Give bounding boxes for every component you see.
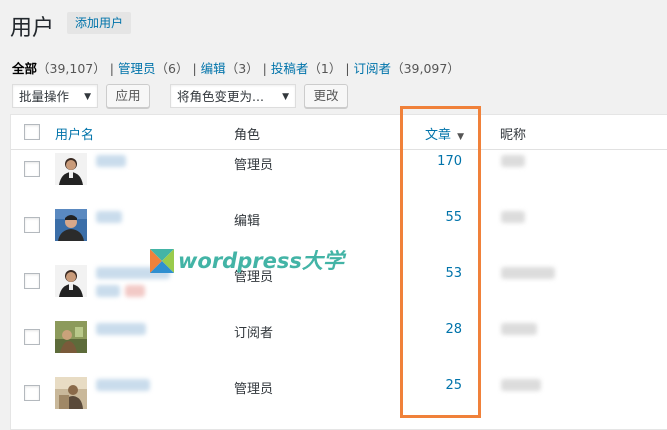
username-link[interactable] [96,211,122,223]
role-cell: 管理员 [234,158,274,173]
filter-contributor[interactable]: 投稿者 [271,61,309,76]
nickname-cell [501,267,555,279]
user-meta-link[interactable] [96,285,120,297]
column-role: 角色 [234,128,261,143]
username-link[interactable] [96,323,146,335]
avatar [55,265,87,297]
row-checkbox[interactable] [24,385,40,401]
row-checkbox[interactable] [24,217,40,233]
filter-editor[interactable]: 编辑 [201,61,226,76]
watermark-logo-icon [150,249,174,273]
filter-subscriber[interactable]: 订阅者 [354,61,392,76]
chevron-down-icon: ▼ [282,92,289,102]
username-link[interactable] [96,379,150,391]
bulk-action-select[interactable]: 批量操作 ▼ [12,84,98,108]
nickname-cell [501,155,525,167]
select-all-checkbox[interactable] [24,124,40,140]
nickname-cell [501,211,525,223]
column-username[interactable]: 用户名 [55,124,94,143]
table-row: 编辑 55 [11,198,667,254]
avatar [55,321,87,353]
table-row: 管理员 25 [11,366,667,422]
apply-button[interactable]: 应用 [106,84,150,108]
page-title: 用户 [10,16,55,41]
filter-all[interactable]: 全部 [12,61,37,76]
role-cell: 编辑 [234,214,261,229]
nickname-cell [501,379,541,391]
row-checkbox[interactable] [24,273,40,289]
add-user-button[interactable]: 添加用户 [67,12,132,34]
username-link[interactable] [96,155,126,167]
nickname-cell [501,323,537,335]
chevron-down-icon: ▼ [84,92,91,102]
change-role-select[interactable]: 将角色变更为... ▼ [170,84,296,108]
watermark-text: wordpress大学 [178,249,344,273]
filter-administrator[interactable]: 管理员 [118,61,156,76]
column-nickname: 昵称 [500,128,527,143]
role-cell: 订阅者 [234,326,274,341]
table-row: 管理员 170 [11,142,667,198]
avatar [55,209,87,241]
table-row: 订阅者 28 [11,310,667,366]
role-filter-links: 全部（39,107） | 管理员（6） | 编辑（3） | 投稿者（1） | 订阅者（39,09… [12,61,460,76]
change-role-button[interactable]: 更改 [304,84,348,108]
row-checkbox[interactable] [24,329,40,345]
avatar [55,377,87,409]
user-badge [125,285,145,297]
posts-column-highlight [400,106,481,418]
role-cell: 管理员 [234,382,274,397]
avatar [55,153,87,185]
row-checkbox[interactable] [24,161,40,177]
